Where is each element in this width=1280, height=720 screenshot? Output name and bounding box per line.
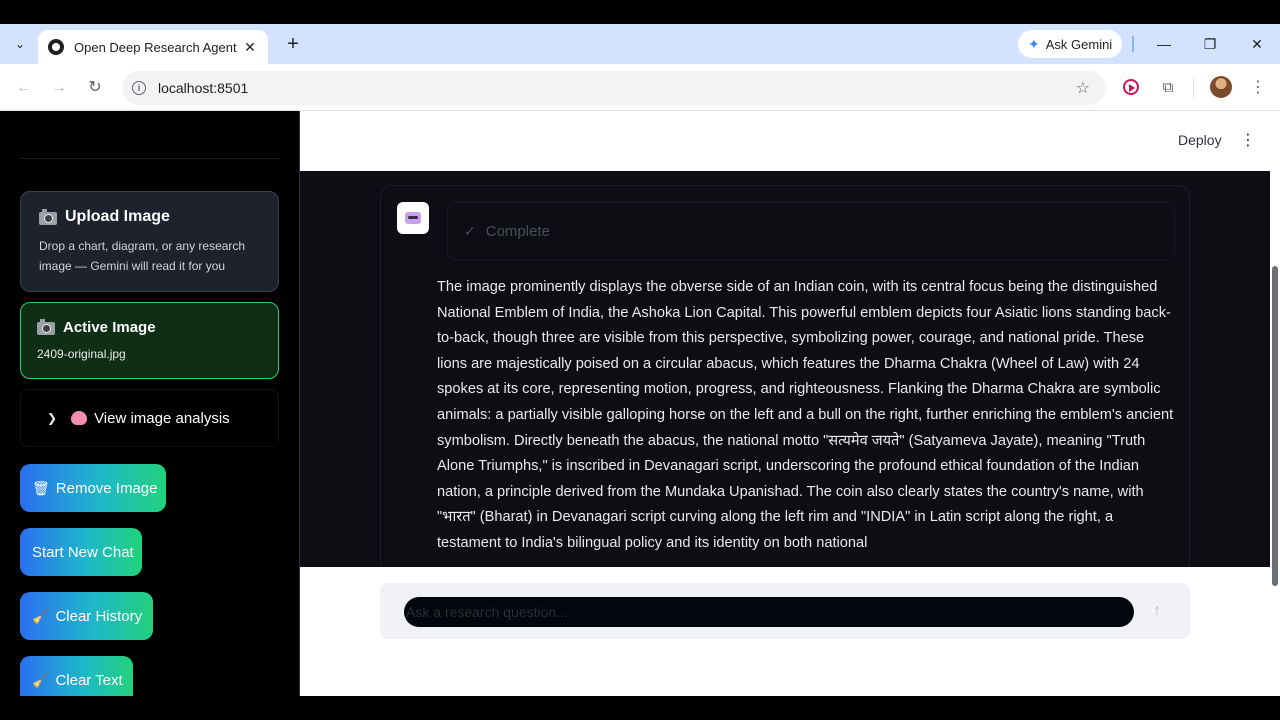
main-content: Deploy ⋮ ✓ Complete The image prominentl… bbox=[300, 111, 1280, 696]
scrollbar[interactable] bbox=[1270, 171, 1280, 696]
chevron-right-icon: ❯ bbox=[47, 411, 58, 425]
active-image-card: Active Image 2409-original.jpg bbox=[20, 302, 279, 379]
camera-icon bbox=[39, 208, 57, 225]
address-bar[interactable]: i localhost:8501 ☆ bbox=[122, 71, 1106, 105]
back-arrow-icon[interactable]: ← bbox=[12, 76, 36, 100]
browser-tab[interactable]: Open Deep Research Agent ✕ bbox=[38, 30, 268, 64]
extensions-puzzle-icon[interactable]: ⧉ bbox=[1156, 76, 1180, 100]
bookmark-star-icon[interactable]: ☆ bbox=[1076, 78, 1090, 98]
chat-input[interactable] bbox=[404, 597, 1134, 627]
upload-image-description: Drop a chart, diagram, or any research i… bbox=[39, 239, 246, 273]
remove-image-button[interactable]: 🗑 Remove Image bbox=[20, 464, 166, 512]
deploy-button[interactable]: Deploy bbox=[1178, 132, 1222, 148]
upload-image-card[interactable]: Upload Image Drop a chart, diagram, or a… bbox=[20, 191, 279, 292]
scrollbar-thumb[interactable] bbox=[1272, 266, 1278, 586]
trash-icon: 🗑 bbox=[32, 479, 50, 496]
assistant-message: ✓ Complete The image prominently display… bbox=[380, 185, 1190, 585]
view-image-analysis-label: View image analysis bbox=[94, 409, 230, 427]
start-new-chat-label: Start New Chat bbox=[32, 543, 134, 561]
site-info-icon[interactable]: i bbox=[132, 81, 146, 95]
screen-recorder-icon[interactable] bbox=[1119, 76, 1143, 100]
broom-icon: 🧹 bbox=[32, 607, 50, 624]
clear-text-label: Clear Text bbox=[55, 671, 123, 689]
browser-menu-icon[interactable]: ⋮ bbox=[1248, 76, 1268, 100]
forward-arrow-icon[interactable]: → bbox=[47, 76, 71, 100]
view-image-analysis-expander[interactable]: ❯ View image analysis bbox=[20, 389, 279, 447]
favicon-icon bbox=[48, 39, 64, 55]
os-bottom-bar bbox=[0, 696, 1280, 720]
app-window: Upload Image Drop a chart, diagram, or a… bbox=[0, 111, 1280, 696]
restore-button[interactable]: ❐ bbox=[1196, 32, 1224, 56]
new-tab-button[interactable]: + bbox=[282, 32, 304, 56]
gemini-spark-icon: ✦ bbox=[1028, 35, 1040, 52]
ask-gemini-label: Ask Gemini bbox=[1045, 36, 1113, 52]
minimize-button[interactable]: — bbox=[1150, 32, 1178, 56]
chat-input-area: ↑ bbox=[300, 567, 1270, 696]
tab-search-chevron-down-icon[interactable]: ⌄ bbox=[8, 32, 32, 56]
tab-close-icon[interactable]: ✕ bbox=[242, 39, 258, 56]
clear-history-button[interactable]: 🧹 Clear History bbox=[20, 592, 153, 640]
camera-icon bbox=[37, 319, 55, 335]
profile-avatar[interactable] bbox=[1210, 76, 1232, 98]
divider bbox=[1132, 36, 1134, 52]
app-header: Deploy ⋮ bbox=[300, 111, 1280, 171]
divider bbox=[20, 158, 280, 159]
active-image-filename: 2409-original.jpg bbox=[37, 347, 126, 361]
more-options-icon[interactable]: ⋮ bbox=[1240, 130, 1256, 150]
sidebar: Upload Image Drop a chart, diagram, or a… bbox=[0, 111, 300, 696]
active-image-title: Active Image bbox=[63, 319, 156, 336]
divider bbox=[1193, 78, 1194, 98]
window-close-button[interactable]: ✕ bbox=[1243, 32, 1271, 56]
start-new-chat-button[interactable]: Start New Chat bbox=[20, 528, 142, 576]
bot-avatar-icon bbox=[397, 202, 429, 234]
clear-history-label: Clear History bbox=[55, 607, 143, 625]
send-arrow-icon[interactable]: ↑ bbox=[1146, 598, 1168, 624]
ask-gemini-button[interactable]: ✦ Ask Gemini bbox=[1018, 30, 1123, 58]
clear-text-button[interactable]: 🧹 Clear Text bbox=[20, 656, 133, 696]
chat-input-container: ↑ bbox=[380, 583, 1190, 639]
remove-image-label: Remove Image bbox=[55, 479, 158, 497]
check-icon: ✓ bbox=[464, 222, 476, 239]
browser-toolbar: ← → ↻ i localhost:8501 ☆ ⧉ ⋮ bbox=[0, 64, 1280, 111]
browser-tab-strip: ⌄ Open Deep Research Agent ✕ + ✦ Ask Gem… bbox=[0, 24, 1280, 64]
message-text: The image prominently displays the obver… bbox=[437, 279, 1174, 551]
tab-title: Open Deep Research Agent bbox=[74, 39, 237, 55]
brain-icon bbox=[71, 411, 88, 425]
status-label: Complete bbox=[485, 222, 550, 240]
status-container[interactable]: ✓ Complete bbox=[447, 202, 1175, 260]
url-text: localhost:8501 bbox=[158, 80, 249, 96]
upload-image-title: Upload Image bbox=[65, 208, 170, 225]
os-top-bar bbox=[0, 0, 1280, 24]
reload-icon[interactable]: ↻ bbox=[83, 76, 107, 100]
broom-icon: 🧹 bbox=[32, 671, 50, 688]
